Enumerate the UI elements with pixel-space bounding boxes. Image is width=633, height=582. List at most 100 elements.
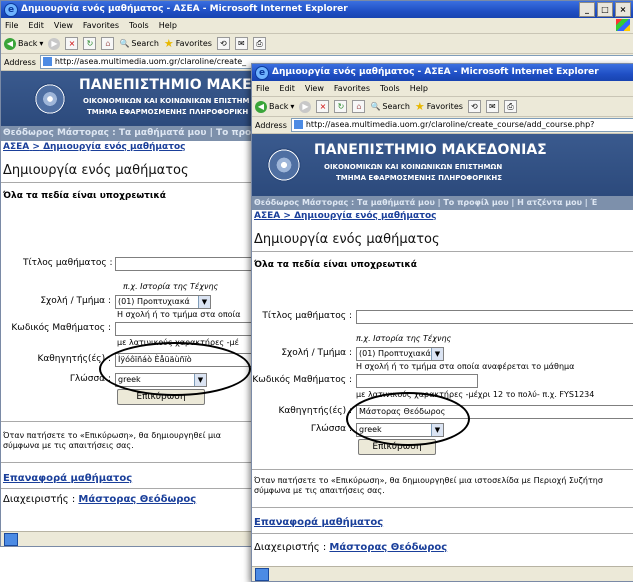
page-icon	[42, 57, 52, 66]
address-label: Address	[4, 57, 36, 67]
refresh-icon[interactable]: ↻	[83, 37, 97, 50]
refresh-icon[interactable]: ↻	[334, 100, 348, 113]
university-name: ΠΑΝΕΠΙΣΤΗΜΙΟ ΜΑΚΕΔΟΝΙΑΣ	[314, 142, 547, 158]
school-select[interactable]: (01) Προπτυχιακά ▼	[356, 347, 444, 361]
chevron-down-icon: ▼	[431, 348, 443, 360]
search-button[interactable]: 🔍 Search	[370, 102, 409, 111]
divider	[252, 507, 633, 508]
department-name: ΤΜΗΜΑ ΕΦΑΡΜΟΣΜΕΝΗΣ ΠΛΗΡΟΦΟΡΙΚΗ	[87, 108, 249, 116]
stop-icon[interactable]: ×	[316, 100, 330, 113]
university-banner: ΠΑΝΕΠΙΣΤΗΜΙΟ ΜΑΚΕΔΟΝΙΑΣ ΟΙΚΟΝΟΜΙΚΩΝ ΚΑΙ …	[252, 134, 633, 196]
school-label: Σχολή / Τμήμα :	[281, 348, 352, 358]
internet-explorer-icon: e	[4, 3, 18, 17]
course-code-input[interactable]	[115, 322, 259, 336]
mail-icon[interactable]: ✉	[485, 100, 499, 113]
history-icon[interactable]: ⟲	[467, 100, 481, 113]
history-icon[interactable]: ⟲	[216, 37, 230, 50]
search-icon: 🔍	[370, 102, 381, 111]
divider	[252, 533, 633, 534]
divider	[1, 462, 252, 463]
user-navbar[interactable]: Θεόδωρος Μάστορας : Τα μαθήματά μου | Το…	[252, 196, 633, 210]
menu-bar: File Edit View Favorites Tools Help	[1, 18, 633, 34]
window-title: Δημιουργία ενός μαθήματος - ΑΣΕΑ - Micro…	[272, 67, 599, 77]
address-input[interactable]: http://asea.multimedia.uom.gr/claroline/…	[290, 118, 633, 132]
menu-favorites[interactable]: Favorites	[334, 81, 370, 96]
course-title-hint: π.χ. Ιστορία της Τέχνης	[123, 282, 219, 291]
toolbar: ◀ Back ▾ ▶ × ↻ ⌂ 🔍 Search ★ Favorites ⟲ ✉ ⎙	[1, 34, 633, 54]
back-button[interactable]: ◀ Back ▾	[4, 37, 43, 50]
back-arrow-icon: ◀	[4, 37, 16, 50]
search-button[interactable]: 🔍 Search	[119, 39, 158, 48]
close-button[interactable]: ×	[615, 2, 631, 17]
address-label: Address	[255, 120, 287, 130]
home-icon[interactable]: ⌂	[101, 37, 115, 50]
menu-tools[interactable]: Tools	[380, 81, 400, 96]
menu-help[interactable]: Help	[410, 81, 428, 96]
address-bar: Address http://asea.multimedia.uom.gr/cl…	[252, 117, 633, 134]
menu-view[interactable]: View	[305, 81, 324, 96]
breadcrumb-current[interactable]: Δημιουργία ενός μαθήματος	[43, 142, 185, 152]
menu-edit[interactable]: Edit	[28, 18, 44, 33]
admin-line: Διαχειριστής : Μάστορας Θεόδωρος	[3, 494, 197, 505]
title-bar: e Δημιουργία ενός μαθήματος - ΑΣΕΑ - Mic…	[1, 1, 633, 18]
menu-help[interactable]: Help	[159, 18, 177, 33]
teacher-label: Καθηγητής(ές) :	[278, 406, 352, 416]
page-title: Δημιουργία ενός μαθήματος	[254, 232, 440, 247]
back-arrow-icon: ◀	[255, 100, 267, 113]
school-hint: Η σχολή ή το τμήμα στα οποία	[117, 310, 241, 319]
course-title-input[interactable]	[356, 310, 633, 324]
breadcrumb-current[interactable]: Δημιουργία ενός μαθήματος	[294, 211, 436, 221]
required-note: Όλα τα πεδία είναι υποχρεωτικά	[254, 260, 417, 270]
course-title-input[interactable]	[115, 257, 259, 271]
forward-button[interactable]: ▶	[299, 100, 312, 113]
back-button[interactable]: ◀ Back ▾	[255, 100, 294, 113]
menu-favorites[interactable]: Favorites	[83, 18, 119, 33]
university-logo-icon	[267, 148, 301, 182]
language-label: Γλώσσα :	[69, 374, 111, 384]
menu-file[interactable]: File	[5, 18, 18, 33]
forward-button[interactable]: ▶	[48, 37, 61, 50]
teacher-label: Καθηγητής(ές) :	[37, 354, 111, 364]
minimize-button[interactable]: _	[579, 2, 595, 17]
internet-explorer-icon: e	[255, 66, 269, 80]
faculty-name: ΟΙΚΟΝΟΜΙΚΩΝ ΚΑΙ ΚΟΙΝΩΝΙΚΩΝ ΕΠΙΣΤΗΜ	[83, 97, 250, 105]
admin-link[interactable]: Μάστορας Θεόδωρος	[329, 542, 447, 553]
print-icon[interactable]: ⎙	[252, 37, 266, 50]
return-link[interactable]: Επαναφορά μαθήματος	[254, 517, 383, 528]
highlight-ellipse	[346, 392, 470, 446]
favorites-button[interactable]: ★ Favorites	[164, 37, 212, 50]
window-title: Δημιουργία ενός μαθήματος - ΑΣΕΑ - Micro…	[21, 4, 348, 14]
return-link[interactable]: Επαναφορά μαθήματος	[3, 473, 132, 484]
school-hint: Η σχολή ή το τμήμα στα οποία αναφέρεται …	[356, 362, 575, 371]
page-status-icon	[255, 568, 269, 581]
page-icon	[293, 120, 303, 129]
course-code-label: Κωδικός Μαθήματος :	[11, 323, 111, 333]
chevron-down-icon: ▼	[198, 296, 210, 308]
print-icon[interactable]: ⎙	[503, 100, 517, 113]
school-label: Σχολή / Τμήμα :	[40, 296, 111, 306]
menu-edit[interactable]: Edit	[279, 81, 295, 96]
divider	[252, 469, 633, 470]
breadcrumb: ΑΣΕΑ > Δημιουργία ενός μαθήματος	[254, 211, 437, 221]
admin-link[interactable]: Μάστορας Θεόδωρος	[78, 494, 196, 505]
home-icon[interactable]: ⌂	[352, 100, 366, 113]
menu-tools[interactable]: Tools	[129, 18, 149, 33]
course-code-label: Κωδικός Μαθήματος :	[252, 375, 352, 385]
menu-file[interactable]: File	[256, 81, 269, 96]
status-bar	[252, 566, 633, 581]
school-select[interactable]: (01) Προπτυχιακά ▼	[115, 295, 211, 309]
department-name: ΤΜΗΜΑ ΕΦΑΡΜΟΣΜΕΝΗΣ ΠΛΗΡΟΦΟΡΙΚΗΣ	[336, 174, 502, 182]
breadcrumb-home[interactable]: ΑΣΕΑ	[3, 142, 29, 152]
favorites-button[interactable]: ★ Favorites	[415, 100, 463, 113]
menu-view[interactable]: View	[54, 18, 73, 33]
info-text: Όταν πατήσετε το «Επικύρωση», θα δημιουρ…	[254, 476, 603, 495]
stop-icon[interactable]: ×	[65, 37, 79, 50]
university-logo-icon	[34, 83, 66, 115]
breadcrumb-home[interactable]: ΑΣΕΑ	[254, 211, 280, 221]
mail-icon[interactable]: ✉	[234, 37, 248, 50]
favorites-star-icon: ★	[414, 100, 425, 113]
maximize-button[interactable]: □	[597, 2, 613, 17]
browser-window-front: e Δημιουργία ενός μαθήματος - ΑΣΕΑ - Mic…	[251, 63, 633, 582]
page-status-icon	[4, 533, 18, 546]
course-code-input[interactable]	[356, 374, 478, 388]
